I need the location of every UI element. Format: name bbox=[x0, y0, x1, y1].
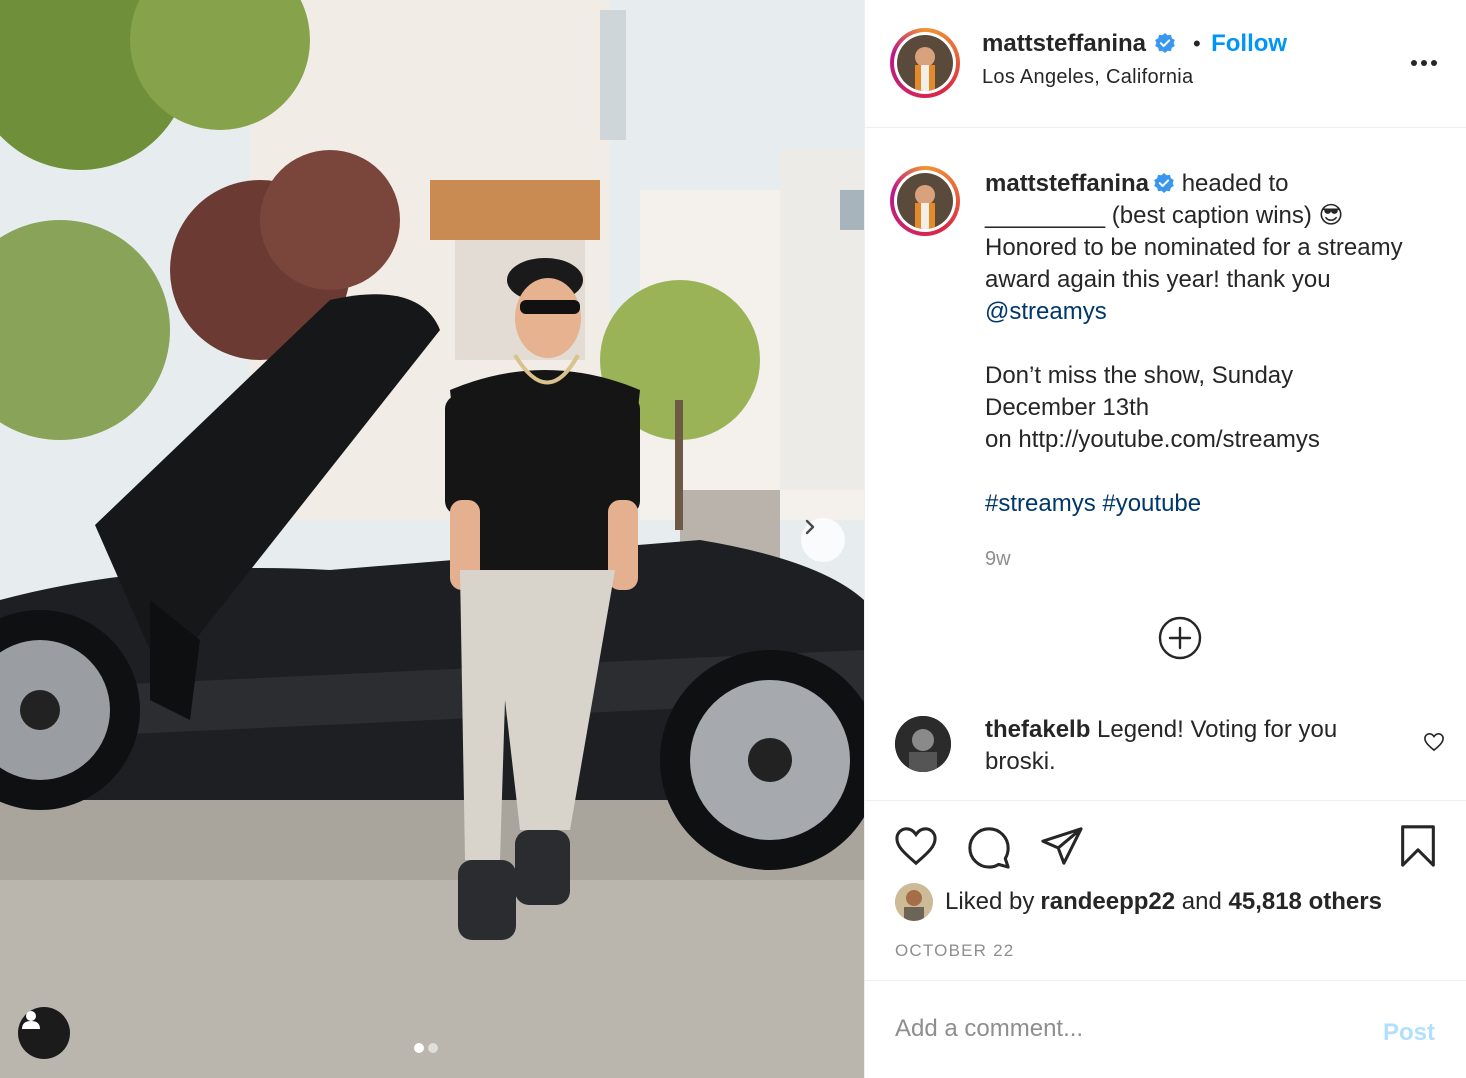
more-horizontal-icon bbox=[1411, 60, 1437, 66]
hashtag-links[interactable]: #streamys #youtube bbox=[985, 490, 1201, 517]
commenter-avatar[interactable] bbox=[895, 716, 951, 772]
comment-like-button[interactable] bbox=[1423, 732, 1445, 757]
next-photo-button[interactable] bbox=[801, 518, 845, 562]
carousel-dot bbox=[428, 1043, 438, 1053]
user-icon bbox=[22, 1011, 40, 1029]
post-caption: mattsteffanina headed to _________ (best… bbox=[985, 168, 1430, 520]
tagged-users-button[interactable] bbox=[18, 1007, 70, 1059]
post-comment-button[interactable]: Post bbox=[1383, 1019, 1435, 1047]
bookmark-outline-icon bbox=[1401, 825, 1435, 867]
avatar[interactable] bbox=[897, 35, 953, 91]
liked-by-summary[interactable]: Liked by randeepp22 and 45,818 others bbox=[895, 883, 1382, 921]
save-button[interactable] bbox=[1397, 823, 1439, 874]
comment-input[interactable] bbox=[895, 1015, 1355, 1043]
like-button[interactable] bbox=[893, 825, 939, 872]
carousel-indicator bbox=[414, 1043, 438, 1053]
share-button[interactable] bbox=[1039, 825, 1085, 872]
comments-scroll-area[interactable]: mattsteffanina headed to _________ (best… bbox=[865, 128, 1466, 800]
load-more-comments-button[interactable] bbox=[1157, 615, 1203, 666]
add-comment-bar: Post bbox=[865, 980, 1466, 1078]
caption-username[interactable]: mattsteffanina bbox=[985, 170, 1149, 197]
plus-circle-icon bbox=[1158, 616, 1202, 660]
liker-username[interactable]: randeepp22 bbox=[1040, 888, 1175, 916]
chevron-right-icon bbox=[805, 519, 815, 535]
paper-plane-icon bbox=[1041, 827, 1083, 865]
post-actions: Liked by randeepp22 and 45,818 others OC… bbox=[865, 800, 1466, 980]
post-header: mattsteffanina • Follow Los Angeles, Cal… bbox=[865, 0, 1466, 128]
verified-badge-icon bbox=[1154, 173, 1174, 193]
separator-dot: • bbox=[1192, 31, 1201, 56]
caption-text-part: Don’t miss the show, Sunday December 13t… bbox=[985, 362, 1320, 453]
liker-avatar bbox=[895, 883, 933, 921]
carousel-dot bbox=[414, 1043, 424, 1053]
mention-link[interactable]: @streamys bbox=[985, 298, 1107, 325]
caption-avatar[interactable] bbox=[897, 173, 953, 229]
heart-outline-icon bbox=[895, 827, 937, 866]
heart-outline-icon bbox=[1424, 732, 1444, 752]
verified-badge-icon bbox=[1155, 33, 1176, 53]
comment-button[interactable] bbox=[966, 825, 1012, 874]
story-ring[interactable] bbox=[890, 28, 960, 98]
caption-time: 9w bbox=[985, 548, 1011, 570]
post-sidebar: mattsteffanina • Follow Los Angeles, Cal… bbox=[864, 0, 1466, 1078]
liked-by-prefix: Liked by bbox=[945, 888, 1035, 915]
photo-illustration bbox=[0, 0, 864, 1078]
likes-count-link[interactable]: 45,818 others bbox=[1229, 888, 1382, 916]
comment-body: thefakelb Legend! Voting for you broski. bbox=[985, 714, 1405, 778]
post-photo[interactable] bbox=[0, 0, 864, 1078]
liked-by-middle: and bbox=[1175, 888, 1229, 915]
comment-bubble-icon bbox=[968, 827, 1010, 869]
more-options-button[interactable] bbox=[1410, 54, 1438, 72]
username-link[interactable]: mattsteffanina bbox=[982, 30, 1146, 57]
location-link[interactable]: Los Angeles, California bbox=[982, 66, 1287, 89]
follow-button[interactable]: Follow bbox=[1211, 30, 1287, 57]
commenter-username[interactable]: thefakelb bbox=[985, 716, 1090, 743]
post-date: OCTOBER 22 bbox=[895, 941, 1015, 960]
caption-story-ring[interactable] bbox=[890, 166, 960, 236]
